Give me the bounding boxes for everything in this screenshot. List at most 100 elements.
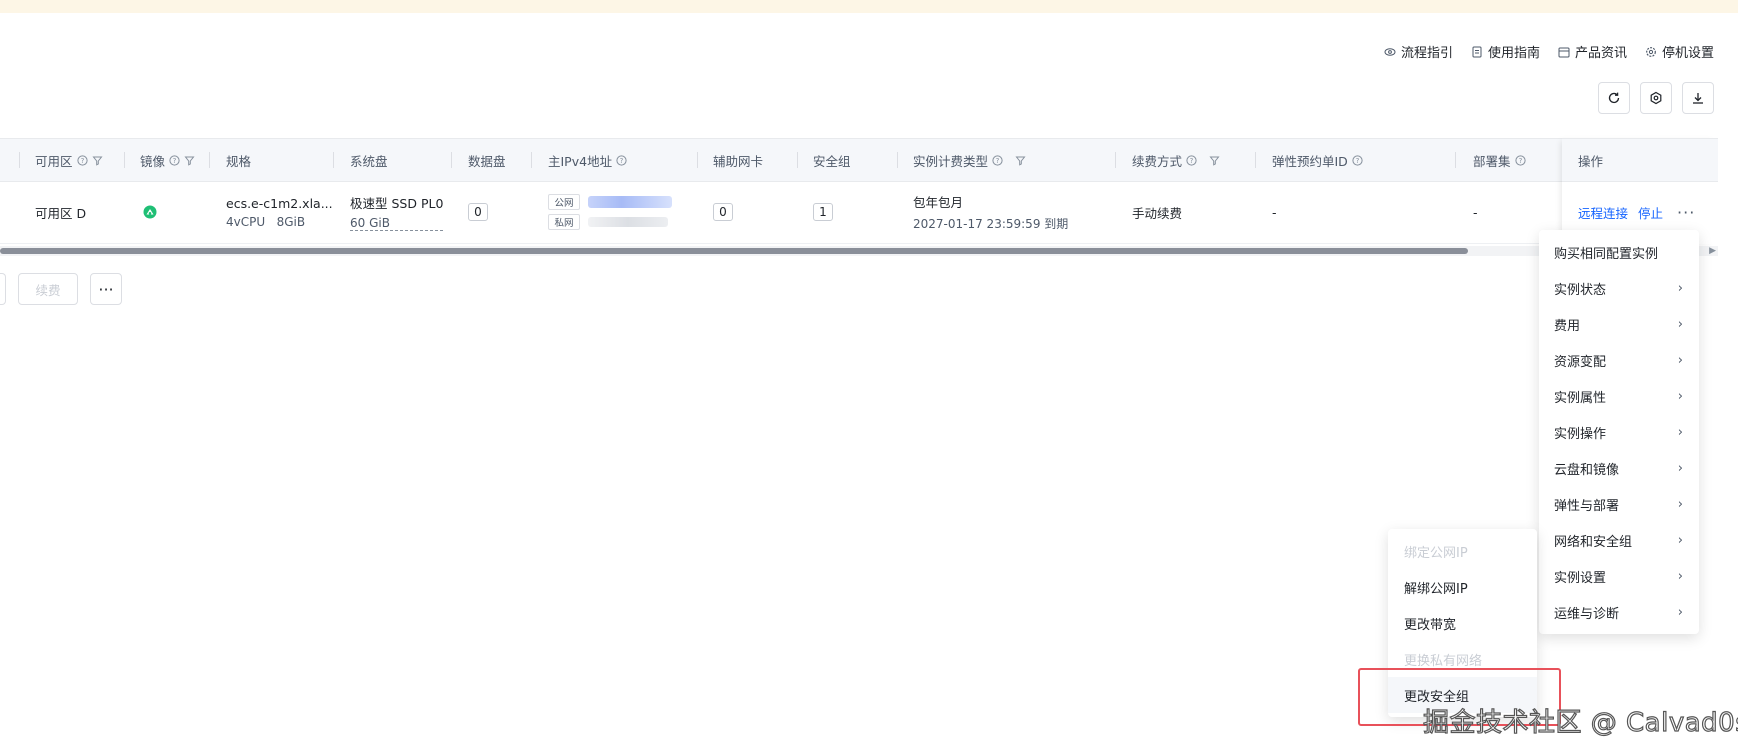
menu-item-label: 弹性与部署 bbox=[1554, 498, 1620, 514]
batch-more-button[interactable]: ··· bbox=[90, 273, 122, 305]
cell-ipv4: 公网 私网 bbox=[548, 182, 672, 242]
svg-text:?: ? bbox=[80, 157, 84, 165]
col-spec: 规格 bbox=[210, 139, 334, 181]
svg-text:?: ? bbox=[996, 157, 1000, 165]
menu-item-ops-diagnostics[interactable]: 运维与诊断 › bbox=[1539, 594, 1699, 630]
menu-item-instance-operations[interactable]: 实例操作 › bbox=[1539, 414, 1699, 450]
help-icon[interactable]: ? bbox=[1514, 154, 1526, 166]
svg-text:?: ? bbox=[620, 157, 624, 165]
help-icon[interactable]: ? bbox=[992, 154, 1003, 166]
download-button[interactable] bbox=[1682, 82, 1714, 114]
guide-flow-label: 流程指引 bbox=[1400, 46, 1453, 61]
spec-name[interactable]: ecs.e-c1m2.xla... bbox=[226, 196, 333, 211]
menu-item-disks-images[interactable]: 云盘和镜像 › bbox=[1539, 450, 1699, 486]
aux-nic-count[interactable]: 0 bbox=[713, 203, 733, 221]
user-guide-link[interactable]: 使用指南 bbox=[1471, 42, 1540, 61]
filter-icon[interactable] bbox=[91, 155, 103, 166]
svg-text:?: ? bbox=[173, 157, 177, 165]
cell-aux-nic: 0 bbox=[713, 182, 733, 242]
cell-renew-method: 手动续费 bbox=[1132, 182, 1182, 242]
reservation-id-value: - bbox=[1272, 204, 1277, 220]
more-actions-menu: 购买相同配置实例 实例状态 › 费用 › 资源变配 › 实例属性 › 实例操作 › 云盘和… bbox=[1539, 230, 1699, 634]
horizontal-scrollbar[interactable]: ▶ bbox=[0, 246, 1718, 256]
col-zone: 可用区 ? bbox=[20, 139, 125, 181]
shutdown-settings-link[interactable]: 停机设置 bbox=[1645, 42, 1714, 61]
help-icon[interactable]: ? bbox=[169, 154, 180, 166]
chevron-right-icon: › bbox=[1677, 460, 1683, 476]
menu-item-label: 云盘和镜像 bbox=[1554, 462, 1620, 478]
private-ip-redacted bbox=[588, 217, 668, 227]
submenu-unbind-public-ip[interactable]: 解绑公网IP bbox=[1388, 569, 1537, 605]
header-spacer bbox=[0, 139, 20, 181]
filter-icon[interactable] bbox=[1015, 155, 1026, 166]
chevron-right-icon: › bbox=[1677, 496, 1683, 512]
deployment-set-value: - bbox=[1473, 204, 1478, 220]
refresh-button[interactable] bbox=[1598, 82, 1630, 114]
col-actions-label: 操作 bbox=[1578, 153, 1604, 169]
menu-item-label: 网络和安全组 bbox=[1554, 534, 1633, 550]
help-icon[interactable]: ? bbox=[616, 154, 627, 166]
menu-item-label: 购买相同配置实例 bbox=[1554, 246, 1659, 262]
cell-reservation-id: - bbox=[1272, 182, 1277, 242]
svg-text:?: ? bbox=[1355, 157, 1359, 165]
private-ip-line: 私网 bbox=[548, 214, 672, 230]
col-deployment-set-label: 部署集 bbox=[1473, 153, 1511, 169]
notice-strip bbox=[0, 0, 1738, 13]
cell-system-disk: 极速型 SSD PL0 60 GiB bbox=[350, 182, 444, 242]
filter-icon[interactable] bbox=[184, 155, 195, 166]
security-group-count[interactable]: 1 bbox=[813, 203, 833, 221]
col-image-label: 镜像 bbox=[140, 153, 166, 169]
filter-icon[interactable] bbox=[1209, 155, 1220, 166]
scrollbar-thumb[interactable] bbox=[0, 248, 1468, 254]
shutdown-settings-label: 停机设置 bbox=[1661, 46, 1714, 61]
menu-item-instance-status[interactable]: 实例状态 › bbox=[1539, 270, 1699, 306]
menu-item-elastic-deploy[interactable]: 弹性与部署 › bbox=[1539, 486, 1699, 522]
remote-connect-link[interactable]: 远程连接 bbox=[1578, 203, 1628, 222]
batch-renew-button[interactable]: 续费 bbox=[18, 273, 78, 305]
menu-item-instance-settings[interactable]: 实例设置 › bbox=[1539, 558, 1699, 594]
col-system-disk: 系统盘 bbox=[334, 139, 452, 181]
gear-icon bbox=[1646, 46, 1656, 57]
product-news-link[interactable]: 产品资讯 bbox=[1558, 42, 1627, 61]
col-security-group: 安全组 bbox=[798, 139, 898, 181]
batch-action-bar: 续费 ··· bbox=[0, 273, 122, 305]
stop-link[interactable]: 停止 bbox=[1638, 203, 1663, 222]
submenu-change-bandwidth[interactable]: 更改带宽 bbox=[1388, 605, 1537, 641]
os-image-icon[interactable] bbox=[143, 205, 157, 219]
scroll-right-icon[interactable]: ▶ bbox=[1709, 246, 1716, 256]
system-disk-type: 极速型 SSD PL0 bbox=[350, 196, 444, 211]
menu-item-label: 实例状态 bbox=[1554, 282, 1607, 298]
system-disk-size[interactable]: 60 GiB bbox=[350, 216, 444, 231]
cell-spec: ecs.e-c1m2.xla... 4vCPU 8GiB bbox=[226, 182, 333, 242]
menu-item-billing[interactable]: 费用 › bbox=[1539, 306, 1699, 342]
table-row[interactable]: 可用区 D ecs.e-c1m2.xla... 4vCPU 8GiB 极速型 S… bbox=[0, 182, 1718, 244]
col-billing-type: 实例计费类型 ? bbox=[898, 139, 1116, 181]
renew-method-value: 手动续费 bbox=[1132, 205, 1183, 221]
help-icon[interactable]: ? bbox=[1186, 154, 1197, 166]
col-security-group-label: 安全组 bbox=[813, 153, 851, 169]
svg-text:?: ? bbox=[1190, 157, 1194, 165]
toolbar-icon-buttons bbox=[1598, 82, 1714, 114]
guide-flow-link[interactable]: 流程指引 bbox=[1384, 42, 1453, 61]
menu-item-network-security[interactable]: 网络和安全组 › bbox=[1539, 522, 1699, 558]
document-icon bbox=[1472, 46, 1482, 57]
chevron-right-icon: › bbox=[1677, 604, 1683, 620]
chevron-right-icon: › bbox=[1677, 316, 1683, 332]
menu-item-label: 资源变配 bbox=[1554, 354, 1607, 370]
help-icon[interactable]: ? bbox=[1352, 154, 1363, 166]
col-renew-method-label: 续费方式 bbox=[1132, 153, 1183, 169]
spec-detail: 4vCPU 8GiB bbox=[226, 214, 306, 229]
menu-item-instance-properties[interactable]: 实例属性 › bbox=[1539, 378, 1699, 414]
col-ipv4: 主IPv4地址 ? bbox=[532, 139, 698, 181]
menu-item-buy-same-config[interactable]: 购买相同配置实例 bbox=[1539, 234, 1699, 270]
col-reservation-id-label: 弹性预约单ID bbox=[1272, 153, 1348, 169]
menu-item-resize[interactable]: 资源变配 › bbox=[1539, 342, 1699, 378]
more-actions-button[interactable]: ··· bbox=[1677, 203, 1695, 222]
col-zone-label: 可用区 bbox=[35, 153, 73, 169]
chevron-right-icon: › bbox=[1677, 424, 1683, 440]
help-icon[interactable]: ? bbox=[76, 154, 88, 166]
settings-button[interactable] bbox=[1640, 82, 1672, 114]
data-disk-count[interactable]: 0 bbox=[468, 203, 488, 221]
download-icon bbox=[1693, 93, 1703, 104]
svg-text:?: ? bbox=[1518, 157, 1522, 165]
